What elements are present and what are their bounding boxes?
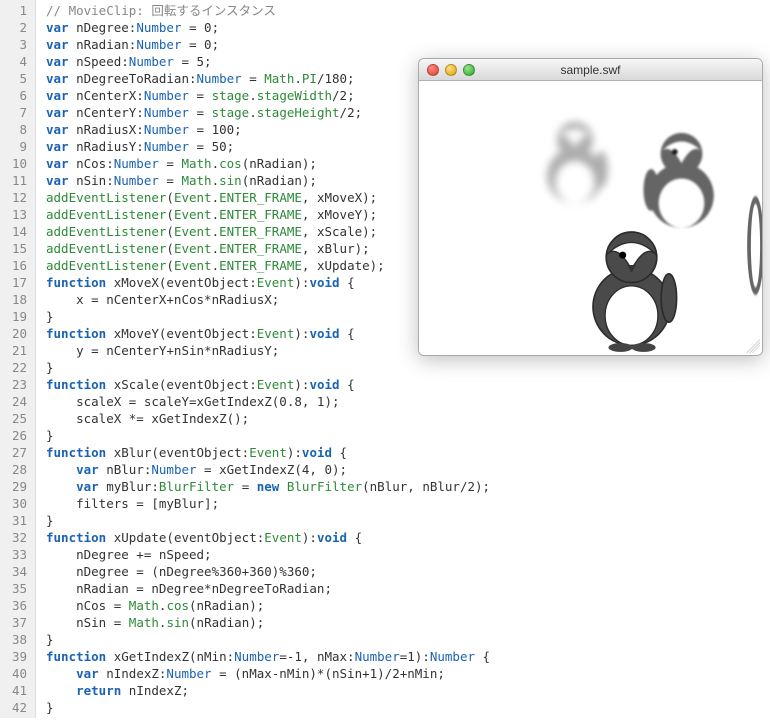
line-number: 29 [4, 478, 27, 495]
swf-stage [419, 81, 762, 355]
line-number: 33 [4, 546, 27, 563]
line-number: 21 [4, 342, 27, 359]
line-number-gutter: 1234567891011121314151617181920212223242… [0, 0, 36, 718]
line-number: 12 [4, 189, 27, 206]
line-number: 11 [4, 172, 27, 189]
code-line[interactable]: } [46, 631, 490, 648]
line-number: 36 [4, 597, 27, 614]
line-number: 15 [4, 240, 27, 257]
line-number: 9 [4, 138, 27, 155]
line-number: 8 [4, 121, 27, 138]
code-line[interactable]: var nRadian:Number = 0; [46, 36, 490, 53]
line-number: 6 [4, 87, 27, 104]
penguin-front-icon [574, 221, 689, 353]
line-number: 32 [4, 529, 27, 546]
line-number: 35 [4, 580, 27, 597]
line-number: 26 [4, 427, 27, 444]
code-line[interactable]: } [46, 427, 490, 444]
line-number: 37 [4, 614, 27, 631]
code-line[interactable]: filters = [myBlur]; [46, 495, 490, 512]
code-line[interactable]: var nIndexZ:Number = (nMax-nMin)*(nSin+1… [46, 665, 490, 682]
line-number: 13 [4, 206, 27, 223]
line-number: 38 [4, 631, 27, 648]
code-line[interactable]: function xScale(eventObject:Event):void … [46, 376, 490, 393]
code-line[interactable]: return nIndexZ; [46, 682, 490, 699]
code-line[interactable]: } [46, 359, 490, 376]
window-controls [419, 64, 475, 76]
code-line[interactable]: var myBlur:BlurFilter = new BlurFilter(n… [46, 478, 490, 495]
line-number: 39 [4, 648, 27, 665]
line-number: 20 [4, 325, 27, 342]
line-number: 23 [4, 376, 27, 393]
line-number: 14 [4, 223, 27, 240]
code-line[interactable]: nRadian = nDegree*nDegreeToRadian; [46, 580, 490, 597]
line-number: 10 [4, 155, 27, 172]
line-number: 2 [4, 19, 27, 36]
line-number: 16 [4, 257, 27, 274]
code-line[interactable]: nCos = Math.cos(nRadian); [46, 597, 490, 614]
line-number: 17 [4, 274, 27, 291]
line-number: 41 [4, 682, 27, 699]
close-icon[interactable] [427, 64, 439, 76]
code-line[interactable]: scaleX *= xGetIndexZ(); [46, 410, 490, 427]
line-number: 40 [4, 665, 27, 682]
code-line[interactable]: function xBlur(eventObject:Event):void { [46, 444, 490, 461]
penguin-mid-icon [634, 121, 729, 236]
code-line[interactable]: } [46, 699, 490, 716]
line-number: 22 [4, 359, 27, 376]
line-number: 31 [4, 512, 27, 529]
penguin-back-icon [534, 111, 616, 211]
code-line[interactable]: function xUpdate(eventObject:Event):void… [46, 529, 490, 546]
code-line[interactable]: function xGetIndexZ(nMin:Number=-1, nMax… [46, 648, 490, 665]
line-number: 28 [4, 461, 27, 478]
line-number: 24 [4, 393, 27, 410]
code-line[interactable]: nDegree = (nDegree%360+360)%360; [46, 563, 490, 580]
code-line[interactable]: nSin = Math.sin(nRadian); [46, 614, 490, 631]
line-number: 42 [4, 699, 27, 716]
line-number: 7 [4, 104, 27, 121]
zoom-icon[interactable] [463, 64, 475, 76]
resize-grip-icon[interactable] [746, 339, 760, 353]
swf-window[interactable]: sample.swf [418, 58, 763, 356]
line-number: 5 [4, 70, 27, 87]
line-number: 19 [4, 308, 27, 325]
line-number: 4 [4, 53, 27, 70]
line-number: 30 [4, 495, 27, 512]
code-line[interactable]: } [46, 512, 490, 529]
line-number: 1 [4, 2, 27, 19]
swf-titlebar[interactable]: sample.swf [419, 59, 762, 81]
code-line[interactable]: // MovieClip: 回転するインスタンス [46, 2, 490, 19]
line-number: 25 [4, 410, 27, 427]
code-line[interactable]: var nDegree:Number = 0; [46, 19, 490, 36]
code-line[interactable]: scaleX = scaleY=xGetIndexZ(0.8, 1); [46, 393, 490, 410]
line-number: 34 [4, 563, 27, 580]
line-number: 18 [4, 291, 27, 308]
minimize-icon[interactable] [445, 64, 457, 76]
code-line[interactable]: var nBlur:Number = xGetIndexZ(4, 0); [46, 461, 490, 478]
penguin-side-icon [745, 166, 763, 306]
line-number: 27 [4, 444, 27, 461]
line-number: 3 [4, 36, 27, 53]
code-line[interactable]: nDegree += nSpeed; [46, 546, 490, 563]
